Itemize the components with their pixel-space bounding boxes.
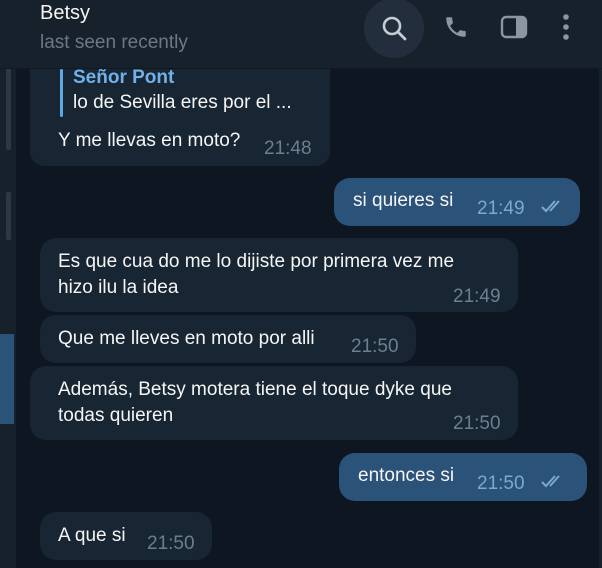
- message-text: entonces si: [358, 465, 455, 486]
- search-button[interactable]: [364, 0, 424, 58]
- reply-author[interactable]: Señor Pont: [73, 67, 174, 89]
- message-bubble-incoming[interactable]: Además, Betsy motera tiene el toque dyke…: [30, 366, 518, 440]
- message-line: todas quieren: [58, 405, 174, 426]
- call-button[interactable]: [436, 0, 476, 54]
- message-bubble-incoming[interactable]: Es que cua do me lo dijiste por primera …: [40, 238, 518, 312]
- message-time: 21:50: [453, 413, 501, 434]
- message-line: Es que cua do me lo dijiste por primera …: [58, 251, 455, 272]
- phone-icon: [446, 17, 466, 37]
- more-button[interactable]: [552, 0, 580, 54]
- contact-name[interactable]: Betsy: [40, 2, 90, 25]
- message-bubble-outgoing[interactable]: entonces si 21:50: [339, 453, 587, 501]
- message-text: Que me lleves en moto por alli: [58, 328, 315, 349]
- read-double-check-icon: [541, 475, 560, 488]
- message-text: si quieres si: [353, 190, 454, 211]
- message-bubble-incoming[interactable]: A que si 21:50: [40, 512, 212, 560]
- more-vertical-icon: [563, 14, 569, 40]
- message-line: Además, Betsy motera tiene el toque dyke…: [58, 379, 452, 400]
- message-text: Y me llevas en moto?: [58, 130, 241, 151]
- scroll-segment: [6, 68, 11, 150]
- message-time: 21:49: [477, 198, 525, 219]
- search-icon: [382, 16, 407, 41]
- message-text: A que si: [58, 525, 126, 546]
- chat-list-scroll-strip[interactable]: [0, 68, 16, 568]
- message-bubble-outgoing[interactable]: si quieres si 21:49: [334, 178, 580, 226]
- message-time: 21:50: [477, 473, 525, 494]
- read-double-check-icon: [541, 200, 560, 213]
- side-panel-button[interactable]: [494, 0, 534, 54]
- message-line: hizo ilu la idea: [58, 277, 179, 298]
- side-panel-icon: [500, 15, 528, 39]
- message-time: 21:50: [147, 533, 195, 554]
- message-time: 21:49: [453, 286, 501, 307]
- reply-quote-bar: [60, 69, 63, 117]
- reply-text[interactable]: lo de Sevilla eres por el ...: [73, 92, 292, 114]
- message-time: 21:48: [264, 138, 312, 159]
- scroll-segment: [6, 192, 11, 240]
- message-bubble-incoming[interactable]: Que me lleves en moto por alli 21:50: [40, 315, 416, 363]
- contact-status: last seen recently: [40, 32, 188, 53]
- message-time: 21:50: [351, 336, 399, 357]
- active-chat-marker: [0, 334, 14, 424]
